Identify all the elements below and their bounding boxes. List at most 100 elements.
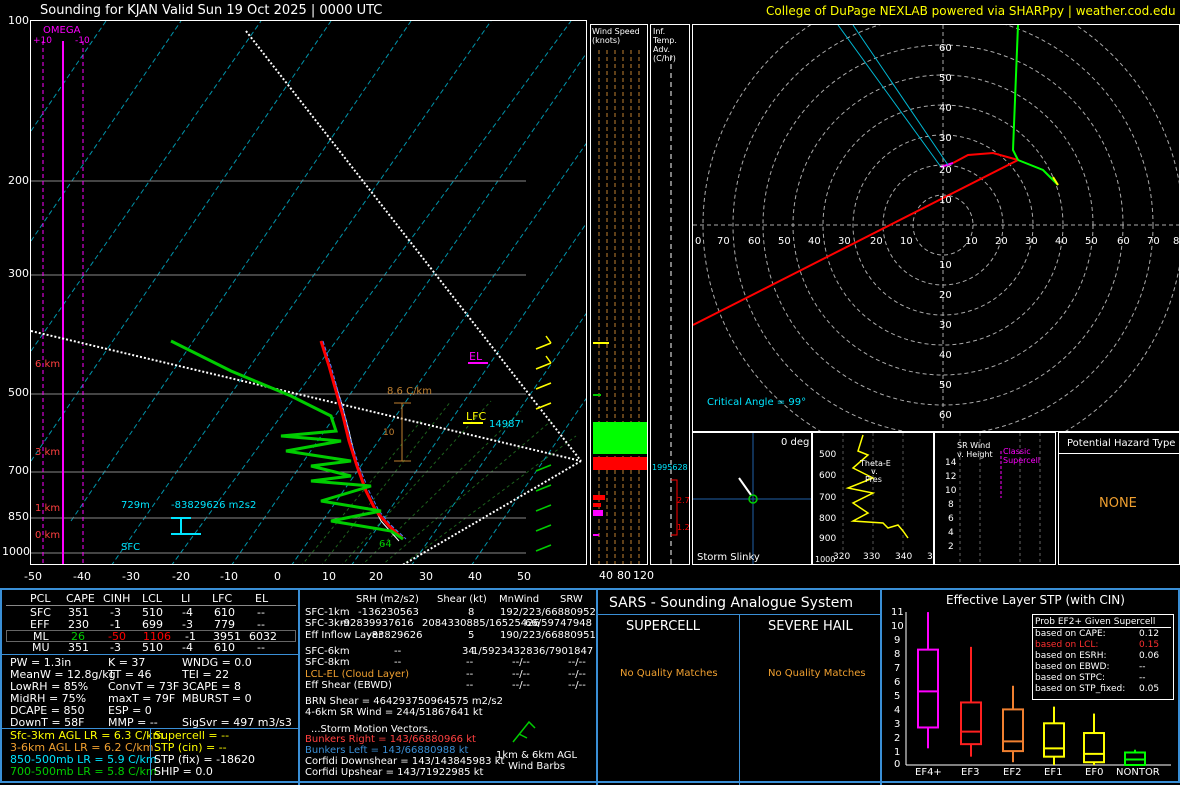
table-row[interactable]: MU 351 -3 510 -4 610 -- <box>2 642 298 654</box>
temp-label-m40: -40 <box>73 570 91 583</box>
wind-barb-icon <box>512 720 536 743</box>
prob-value-ebwd: -- <box>1139 662 1146 672</box>
stp-y-8: 8 <box>894 649 901 660</box>
kin-header-shear: Shear (kt) <box>437 594 487 605</box>
hazard-panel: Potential Hazard Type NONE <box>1058 432 1180 565</box>
stp-box-0 <box>917 612 939 749</box>
storm-slinky-panel: 0 deg Storm Slinky <box>692 432 812 565</box>
pressure-label-200: 200 <box>8 174 29 187</box>
temp-label-m50: -50 <box>24 570 42 583</box>
prob-label-stpfix: based on STP_fixed: <box>1035 684 1126 694</box>
kin-row-srh: -- <box>466 680 474 691</box>
stp-cat-ef1: EF1 <box>1044 767 1063 778</box>
hodo-x-0: 0 <box>695 236 702 247</box>
stp-y-2: 2 <box>894 733 901 744</box>
pressure-label-500: 500 <box>8 386 29 399</box>
hodo-ring-30: 30 <box>939 133 952 144</box>
stp-box-2 <box>1002 685 1024 763</box>
wind-speed-title: Wind Speed (knots) <box>592 27 640 45</box>
theta-x-330: 330 <box>863 552 881 562</box>
kin-row-srw: --/-- <box>568 680 586 691</box>
hodo-x-p60: 60 <box>1117 236 1130 247</box>
omega-tick-minus: -10 <box>75 36 90 46</box>
hazard-title: Potential Hazard Type <box>1067 438 1176 449</box>
skewt-chart <box>31 21 586 564</box>
wind-speed-tick-40: 40 <box>599 569 613 582</box>
temp-adv-val1: 2.7 <box>677 496 690 505</box>
critical-angle: Critical Angle = 99° <box>707 397 807 408</box>
temp-label-40: 40 <box>468 570 482 583</box>
pressure-label-100: 100 <box>8 14 29 27</box>
composite-ship: SHIP = 0.0 <box>154 765 213 778</box>
srwind-title: SR Wind v. Height <box>957 441 993 459</box>
hodo-ring-20: 20 <box>939 165 952 176</box>
theta-x-340: 340 <box>895 552 913 562</box>
srwind-y-2: 2 <box>948 542 954 552</box>
kin-row-mnwind: 66/59747948 <box>525 618 592 629</box>
prob-label-cape: based on CAPE: <box>1035 629 1106 639</box>
stp-y-4: 4 <box>894 705 901 716</box>
srwind-y-4: 4 <box>948 528 954 538</box>
slinky-label: Storm Slinky <box>697 552 760 563</box>
parcel-header-li: LI <box>181 592 191 605</box>
theta-legend-3: Pres <box>865 475 882 484</box>
hodo-x-p50: 50 <box>1085 236 1098 247</box>
stp-box-5 <box>1124 749 1146 767</box>
hodograph-chart <box>693 25 1179 431</box>
temp-label-m20: -20 <box>172 570 190 583</box>
kin-row-mnwind: 190/223/66880951 <box>500 630 596 641</box>
parcel-header-cinh: CINH <box>103 592 131 605</box>
prob-value-lcl: 0.15 <box>1139 640 1160 650</box>
hodo-ring-40: 40 <box>939 103 952 114</box>
lfc-label: LFC <box>466 410 487 423</box>
parcel-header-pcl: PCL <box>30 592 51 605</box>
hodo-x-40: 40 <box>808 236 821 247</box>
sars-hail-match: No Quality Matches <box>768 668 866 679</box>
temp-label-50: 50 <box>517 570 531 583</box>
stp-y-0: 0 <box>894 759 901 770</box>
theta-y-600: 600 <box>819 471 837 481</box>
theta-y-500: 500 <box>819 450 837 460</box>
hodo-ring-neg40: 40 <box>939 350 952 361</box>
stp-y-5: 5 <box>894 691 901 702</box>
prob-value-cape: 0.12 <box>1139 629 1160 639</box>
parcel-cell: MU <box>32 641 50 654</box>
kin-row-shear: 2084330885/16525426 <box>422 618 540 629</box>
sr-wind-46: 4-6km SR Wind = 244/51867641 kt <box>305 707 483 718</box>
lfc-value: 14987' <box>489 419 524 430</box>
srwind-y-14: 14 <box>945 458 957 468</box>
parcel-header-lcl: LCL <box>142 592 162 605</box>
index-mburst: MBURST = 0 <box>182 692 252 705</box>
hodo-x-p20: 20 <box>995 236 1008 247</box>
prob-value-stpc: -- <box>1139 673 1146 683</box>
stp-y-10: 10 <box>891 621 904 632</box>
hodo-x-p70: 70 <box>1147 236 1160 247</box>
kin-row-label: Eff Shear (EBWD) <box>305 680 392 691</box>
hodo-x-70: 70 <box>717 236 730 247</box>
kin-row-shear: -- <box>466 657 474 668</box>
sars-supercell-match: No Quality Matches <box>620 668 718 679</box>
kin-row-mnwind: --/-- <box>512 680 530 691</box>
temp-adv-right-value: 1995628 <box>652 463 688 472</box>
hodo-ring-10: 10 <box>939 195 952 206</box>
prob-value-esrh: 0.06 <box>1139 651 1160 661</box>
barbs-label: 1km & 6km AGL Wind Barbs <box>496 750 578 772</box>
parcel-cell: -- <box>257 641 265 654</box>
stp-y-3: 3 <box>894 719 901 730</box>
parcel-cell: -3 <box>110 641 121 654</box>
parcel-header-el: EL <box>255 592 269 605</box>
theta-y-800: 800 <box>819 514 837 524</box>
parcel-header-cape: CAPE <box>66 592 95 605</box>
hodo-x-p40: 40 <box>1055 236 1068 247</box>
srwind-y-10: 10 <box>945 486 957 496</box>
temp-label-m30: -30 <box>122 570 140 583</box>
parcel-cell: 510 <box>142 641 163 654</box>
theta-x-3: 3 <box>927 552 933 562</box>
wind-speed-tick-120: 120 <box>633 569 654 582</box>
prob-label-lcl: based on LCL: <box>1035 640 1099 650</box>
height-label-1km: 1 km <box>35 503 61 514</box>
sars-hail: SEVERE HAIL <box>768 619 853 634</box>
pressure-label-700: 700 <box>8 464 29 477</box>
stp-y-6: 6 <box>894 677 901 688</box>
kin-row-srh: -- <box>394 657 402 668</box>
